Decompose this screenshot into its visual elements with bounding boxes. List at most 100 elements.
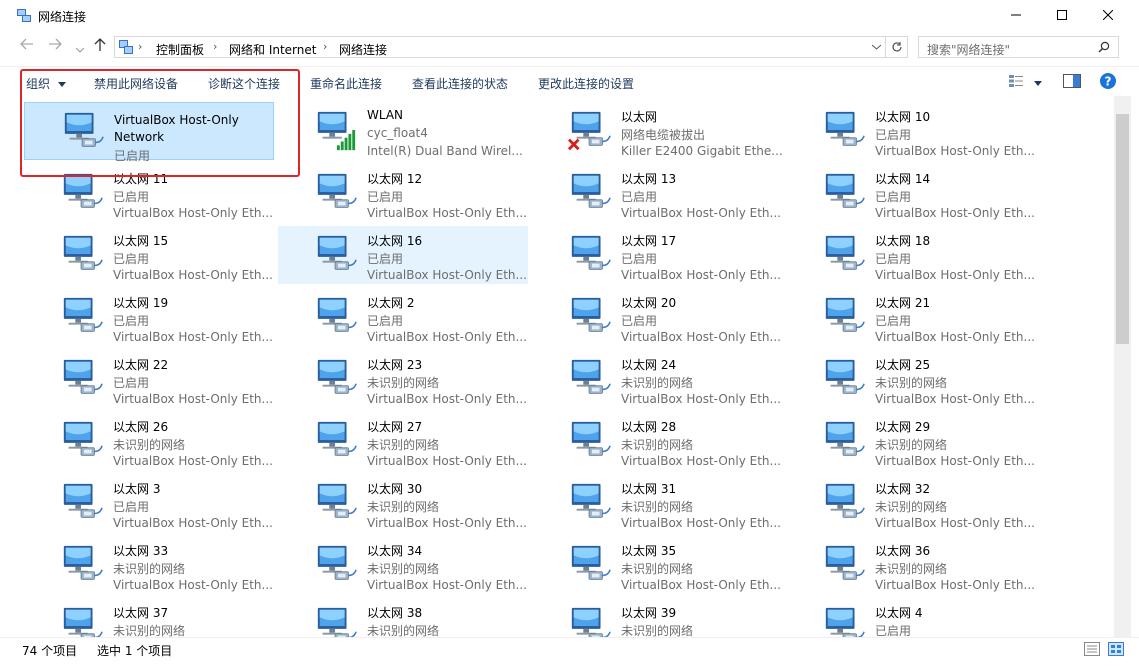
connection-name: 以太网 33 [113,544,169,558]
disable-device-button[interactable]: 禁用此网络设备 [94,75,178,92]
connection-name: 以太网 35 [621,544,677,558]
connection-tile[interactable]: 以太网 15 已启用 VirtualBox Host-Only Eth... [24,226,274,284]
up-button[interactable] [94,38,106,56]
connection-tile[interactable]: 以太网 34 未识别的网络 VirtualBox Host-Only Eth... [278,536,528,594]
change-settings-button[interactable]: 更改此连接的设置 [538,75,634,92]
connection-name: 以太网 12 [367,172,423,186]
connection-tile[interactable]: 以太网 21 已启用 VirtualBox Host-Only Eth... [786,288,1036,346]
organize-menu[interactable]: 组织 [26,75,66,92]
connection-tile[interactable]: VirtualBox Host-Only Network 已启用 [24,102,274,163]
chevron-down-icon[interactable] [872,44,881,50]
connection-tile[interactable]: 以太网 27 未识别的网络 VirtualBox Host-Only Eth... [278,412,528,470]
connection-tile[interactable]: 以太网 35 未识别的网络 VirtualBox Host-Only Eth... [532,536,782,594]
ethernet-adapter-icon [825,545,865,580]
refresh-button[interactable] [886,36,908,58]
connection-device: VirtualBox Host-Only Eth... [875,454,1035,468]
back-button[interactable] [20,38,34,54]
help-button[interactable]: ? [1099,72,1117,93]
rename-button[interactable]: 重命名此连接 [310,75,382,92]
caret-down-icon [1034,81,1042,86]
breadcrumb-separator[interactable]: › [138,40,142,53]
breadcrumb-separator[interactable]: › [323,40,327,53]
connection-tile[interactable]: 以太网 3 已启用 VirtualBox Host-Only Eth... [24,474,274,532]
connection-status: 已启用 [621,190,658,204]
minimize-button[interactable] [993,0,1039,30]
connection-device: VirtualBox Host-Only Eth... [875,144,1035,158]
large-icons-view-button[interactable] [1108,642,1124,659]
connection-tile[interactable]: 以太网 24 未识别的网络 VirtualBox Host-Only Eth... [532,350,782,408]
connection-tile[interactable]: 以太网 20 已启用 VirtualBox Host-Only Eth... [532,288,782,346]
ethernet-adapter-icon [571,421,611,456]
recent-dropdown[interactable] [75,41,85,57]
maximize-button[interactable] [1039,0,1085,30]
connection-tile[interactable]: 以太网 19 已启用 VirtualBox Host-Only Eth... [24,288,274,346]
ethernet-adapter-icon [63,545,103,580]
connection-tile[interactable]: 以太网 33 未识别的网络 VirtualBox Host-Only Eth... [24,536,274,594]
search-input[interactable]: 搜索"网络连接" [918,36,1119,58]
connection-name: 以太网 39 [621,606,677,620]
connection-tile[interactable]: 以太网 12 已启用 VirtualBox Host-Only Eth... [278,164,528,222]
scrollbar-thumb[interactable] [1116,114,1129,344]
connection-status: 未识别的网络 [367,500,440,514]
connection-tile[interactable]: 以太网 31 未识别的网络 VirtualBox Host-Only Eth... [532,474,782,532]
breadcrumb-network-connections[interactable]: 网络连接 [339,41,387,58]
connection-tile[interactable]: 以太网 网络电缆被拔出 Killer E2400 Gigabit Ethe... [532,102,783,160]
connection-tile[interactable]: 以太网 11 已启用 VirtualBox Host-Only Eth... [24,164,274,222]
ethernet-adapter-icon [317,235,357,270]
connection-device: VirtualBox Host-Only Eth... [875,330,1035,344]
connection-device: VirtualBox Host-Only Eth... [875,268,1035,282]
connection-tile[interactable]: 以太网 37 未识别的网络 [24,598,274,637]
breadcrumb-separator[interactable]: › [213,40,217,53]
connection-tile[interactable]: WLAN cyc_float4 Intel(R) Dual Band Wirel..… [278,102,528,160]
connection-tile[interactable]: 以太网 2 已启用 VirtualBox Host-Only Eth... [278,288,528,346]
connection-device: VirtualBox Host-Only Eth... [875,392,1035,406]
connection-tile[interactable]: 以太网 4 已启用 [786,598,1036,637]
connection-tile[interactable]: 以太网 26 未识别的网络 VirtualBox Host-Only Eth... [24,412,274,470]
breadcrumb-network-internet[interactable]: 网络和 Internet [229,41,316,58]
connection-device: VirtualBox Host-Only Eth... [621,516,781,530]
connection-device: VirtualBox Host-Only Eth... [621,578,781,592]
details-view-button[interactable] [1084,642,1100,659]
connection-tile[interactable]: 以太网 30 未识别的网络 VirtualBox Host-Only Eth... [278,474,528,532]
connection-tile[interactable]: 以太网 23 未识别的网络 VirtualBox Host-Only Eth... [278,350,528,408]
view-options-button[interactable] [1008,74,1024,91]
view-status-button[interactable]: 查看此连接的状态 [412,75,508,92]
diagnose-button[interactable]: 诊断这个连接 [208,75,280,92]
ethernet-adapter-icon [825,297,865,332]
connection-tile[interactable]: 以太网 25 未识别的网络 VirtualBox Host-Only Eth... [786,350,1036,408]
forward-button[interactable] [48,38,62,54]
connection-tile[interactable]: 以太网 38 未识别的网络 [278,598,528,637]
connection-tile[interactable]: 以太网 14 已启用 VirtualBox Host-Only Eth... [786,164,1036,222]
connection-name: WLAN [367,108,404,122]
breadcrumb-control-panel[interactable]: 控制面板 [156,41,204,58]
connection-name: 以太网 24 [621,358,677,372]
ethernet-adapter-icon [825,483,865,518]
ethernet-adapter-icon [63,421,103,456]
connection-tile[interactable]: 以太网 18 已启用 VirtualBox Host-Only Eth... [786,226,1036,284]
connection-device: VirtualBox Host-Only Eth... [113,516,273,530]
connection-tile[interactable]: 以太网 29 未识别的网络 VirtualBox Host-Only Eth... [786,412,1036,470]
ethernet-adapter-icon [571,297,611,332]
connection-tile[interactable]: 以太网 36 未识别的网络 VirtualBox Host-Only Eth... [786,536,1036,594]
connection-tile[interactable]: 以太网 28 未识别的网络 VirtualBox Host-Only Eth... [532,412,782,470]
address-bar[interactable]: › 控制面板 › 网络和 Internet › 网络连接 [114,36,886,58]
connection-tile[interactable]: 以太网 10 已启用 VirtualBox Host-Only Eth... [786,102,1036,160]
search-icon[interactable] [1098,41,1110,53]
connection-tile[interactable]: 以太网 22 已启用 VirtualBox Host-Only Eth... [24,350,274,408]
connection-tile[interactable]: 以太网 39 未识别的网络 [532,598,782,637]
ethernet-adapter-icon [825,421,865,456]
preview-pane-button[interactable] [1063,74,1081,91]
chevron-down-icon [75,47,85,53]
connection-tile[interactable]: 以太网 32 未识别的网络 VirtualBox Host-Only Eth... [786,474,1036,532]
connection-status: 未识别的网络 [875,438,948,452]
connection-tile[interactable]: 以太网 13 已启用 VirtualBox Host-Only Eth... [532,164,782,222]
close-button[interactable] [1085,0,1131,30]
view-tiles-icon [1009,75,1023,87]
view-dropdown[interactable] [1034,75,1042,89]
connection-status: 已启用 [875,128,912,142]
connection-tile[interactable]: 以太网 17 已启用 VirtualBox Host-Only Eth... [532,226,782,284]
connection-device: VirtualBox Host-Only Eth... [621,454,781,468]
connection-status: 未识别的网络 [621,624,694,637]
connection-tile[interactable]: 以太网 16 已启用 VirtualBox Host-Only Eth... [278,226,528,284]
connection-name: 以太网 30 [367,482,423,496]
